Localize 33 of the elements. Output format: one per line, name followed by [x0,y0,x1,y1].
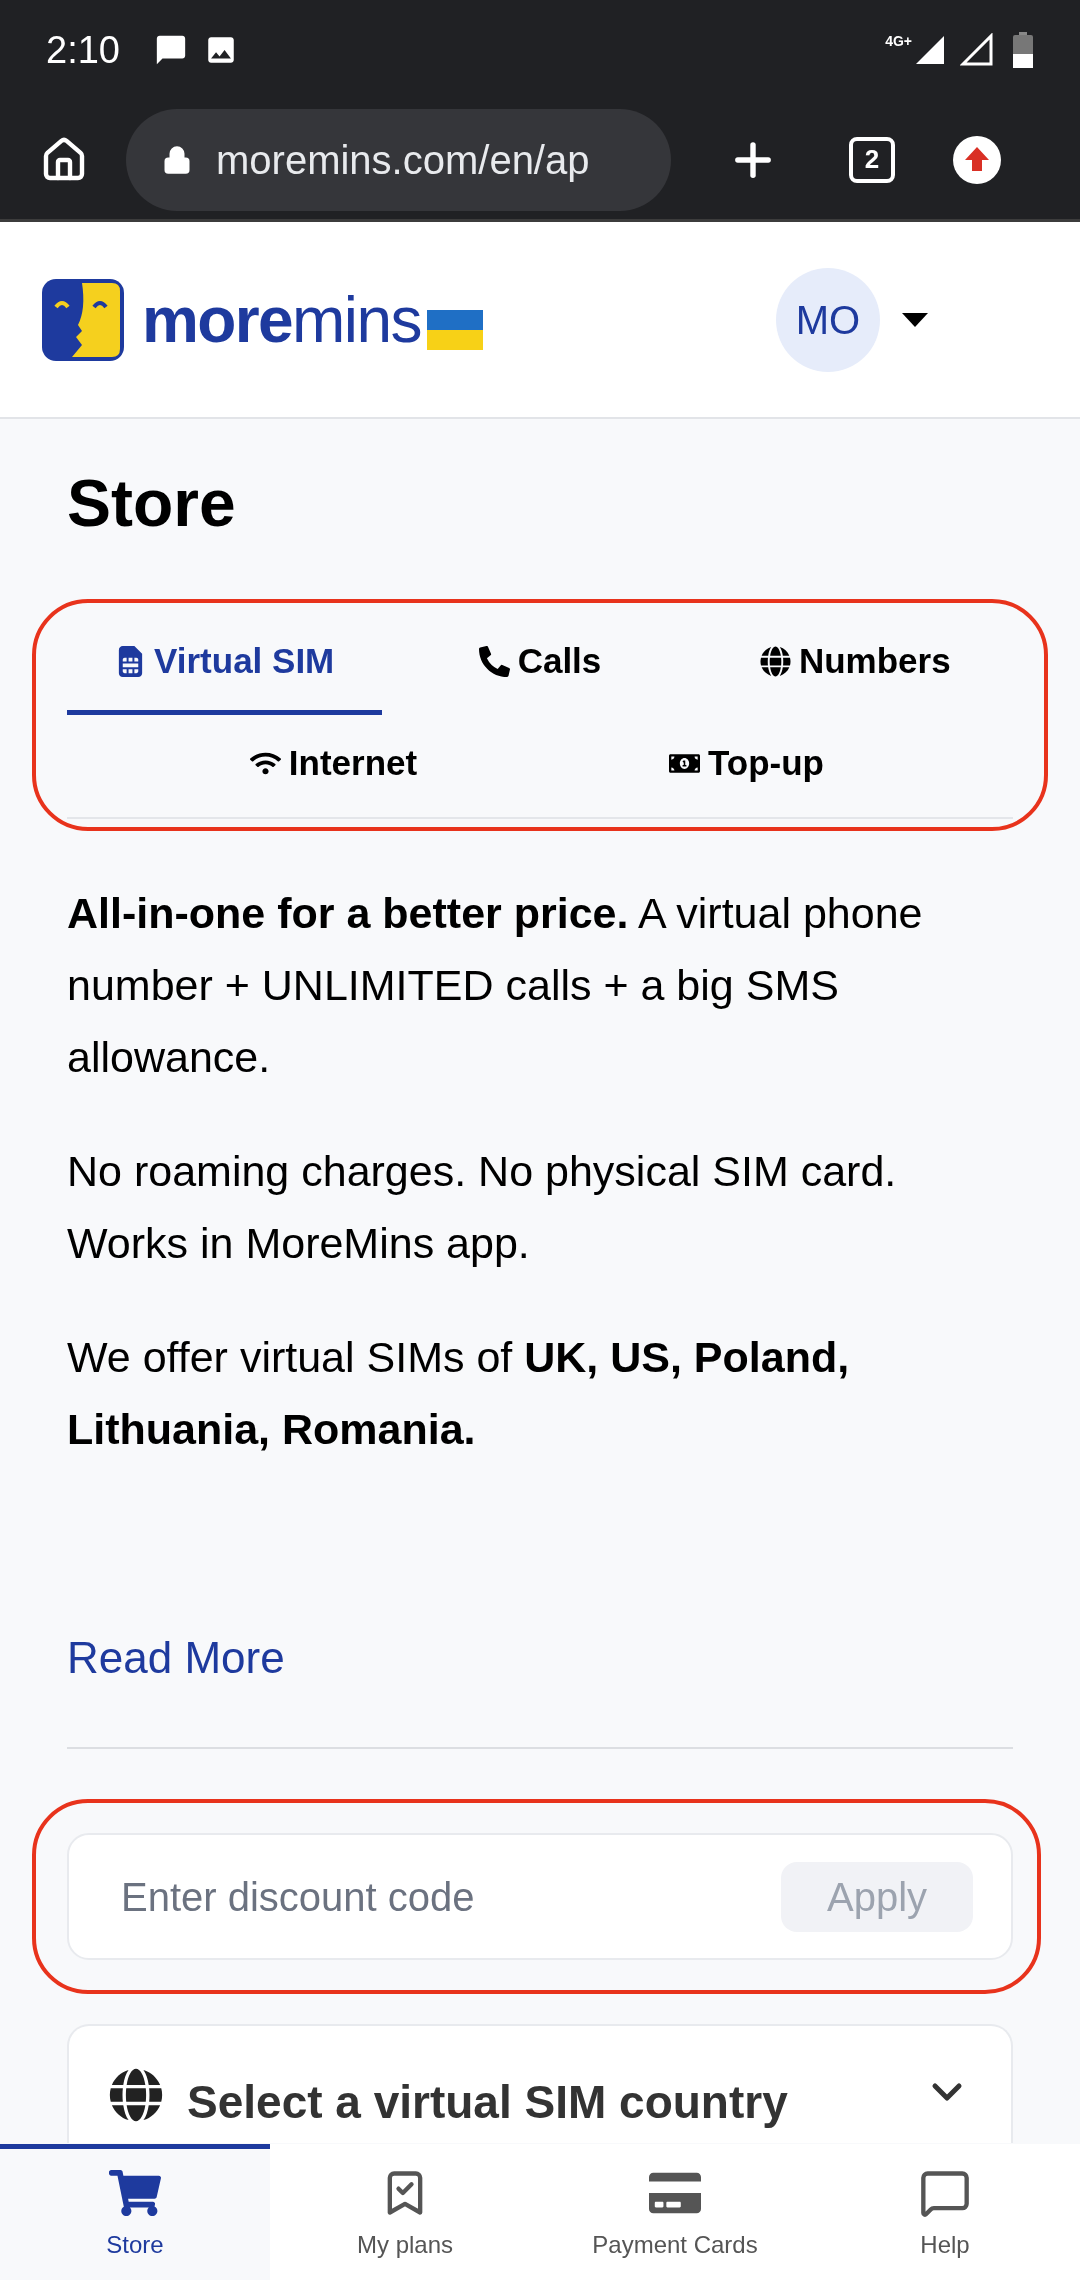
signal-icon [914,34,946,66]
avatar[interactable]: MO [776,267,880,372]
logo-icon [42,278,124,361]
nav-item[interactable]: Help [810,2144,1080,2280]
description-paragraph: We offer virtual SIMs of UK, US, Poland, Lithuania, Romania. [67,1332,851,1455]
signal-icon [960,33,994,67]
globe-icon [109,2068,163,2122]
description-paragraph: No roaming charges. No physical SIM card. Works in MoreMins app. [67,1146,898,1269]
logo-text: moremins [142,287,421,352]
clock: 2:10 [46,27,120,73]
phone-icon [478,646,510,677]
tab[interactable]: Numbers [697,613,1013,715]
address-bar[interactable]: moremins.com/en/ap [126,108,671,211]
read-more-link[interactable]: Read More [67,1625,285,1691]
country-select[interactable]: Select a virtual SIM country [67,2024,1013,2143]
tab[interactable]: Top-up [540,715,953,817]
description-paragraph: All-in-one for a better price. A virtual phone number + UNLIMITED calls + a big SMS allowance. [67,888,924,1083]
page-title: Store [67,465,237,542]
upload-icon[interactable] [953,135,1001,184]
nav-item[interactable]: My plans [270,2144,540,2280]
tab[interactable]: Calls [382,613,698,715]
globe-icon [759,646,791,677]
nav-item[interactable]: Payment Cards [540,2144,810,2280]
nav-item[interactable]: Store [0,2144,270,2280]
dropdown-caret-icon[interactable] [902,312,928,327]
url-text: moremins.com/en/ap [216,136,590,184]
tab[interactable]: Internet [127,715,540,817]
tab-count[interactable]: 2 [849,136,895,183]
ukraine-flag-icon [426,309,483,350]
network-label: 4G+ [885,31,912,51]
tab[interactable]: Virtual SIM [67,613,383,715]
battery-icon [1012,32,1034,68]
lock-icon [162,144,192,175]
